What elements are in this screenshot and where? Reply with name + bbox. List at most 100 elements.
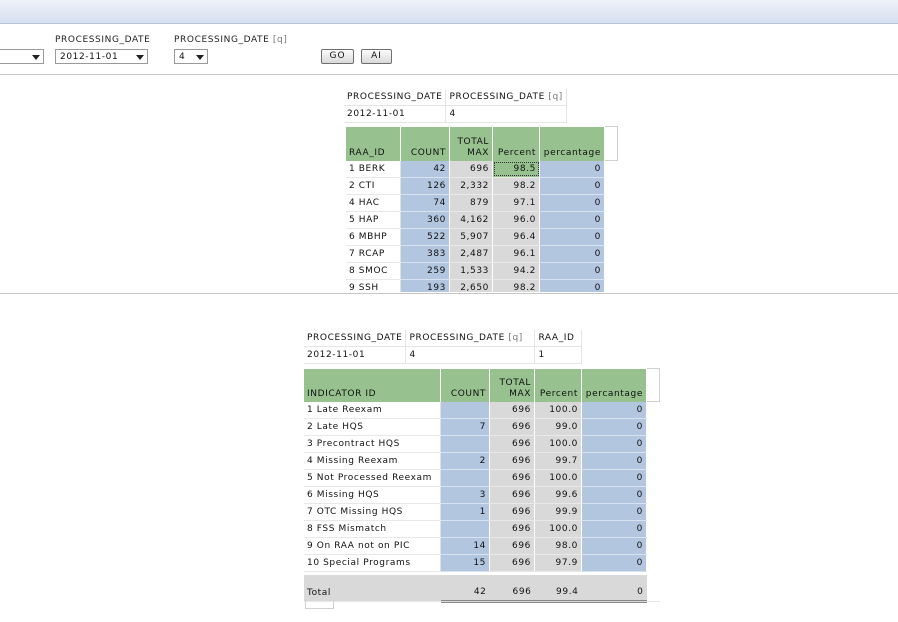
row-percantage-cell[interactable]: 0 (581, 452, 647, 470)
row-count-cell[interactable]: 383 (400, 245, 450, 263)
row-count-cell[interactable]: 74 (400, 194, 450, 212)
row-percantage-cell[interactable]: 0 (581, 520, 647, 538)
col-indicator-id[interactable]: INDICATOR ID (304, 368, 441, 402)
row-count-cell[interactable]: 193 (400, 279, 450, 292)
col-percent[interactable]: Percent (534, 368, 582, 402)
row-count-cell[interactable]: 15 (440, 554, 490, 572)
row-percent-cell[interactable]: 97.1 (492, 194, 540, 212)
ai-button[interactable]: AI (361, 49, 392, 64)
row-total-max-cell[interactable]: 696 (489, 435, 535, 453)
row-count-cell[interactable]: 3 (440, 486, 490, 504)
row-percantage-cell[interactable]: 0 (539, 194, 605, 212)
left-select[interactable] (0, 49, 44, 64)
row-percent-cell[interactable]: 99.6 (534, 486, 582, 504)
report1-scroll-area[interactable]: RAA_ID COUNT TOTAL MAX Percent percantage… (344, 126, 624, 292)
row-id-cell[interactable]: 6 Missing HQS (304, 486, 441, 504)
row-id-cell[interactable]: 3 Precontract HQS (304, 435, 441, 453)
row-total-max-cell[interactable]: 1,533 (449, 262, 493, 280)
row-percent-cell[interactable]: 99.7 (534, 452, 582, 470)
row-total-max-cell[interactable]: 696 (489, 503, 535, 521)
col-percantage[interactable]: percantage (581, 368, 647, 402)
row-id-cell[interactable]: 5 HAP (346, 211, 401, 229)
row-count-cell[interactable] (440, 520, 490, 538)
row-total-max-cell[interactable]: 2,332 (449, 177, 493, 195)
row-percantage-cell[interactable]: 0 (539, 177, 605, 195)
row-count-cell[interactable]: 42 (400, 160, 450, 178)
row-percent-cell[interactable]: 98.5 (492, 160, 540, 178)
row-percantage-cell[interactable]: 0 (581, 554, 647, 572)
row-percent-cell[interactable]: 98.0 (534, 537, 582, 555)
row-percent-cell[interactable]: 96.0 (492, 211, 540, 229)
row-total-max-cell[interactable]: 696 (489, 520, 535, 538)
row-id-cell[interactable]: 2 Late HQS (304, 418, 441, 436)
row-count-cell[interactable] (440, 401, 490, 419)
row-id-cell[interactable]: 8 FSS Mismatch (304, 520, 441, 538)
go-button[interactable]: GO (321, 49, 354, 64)
row-percantage-cell[interactable]: 0 (581, 418, 647, 436)
row-total-max-cell[interactable]: 696 (489, 554, 535, 572)
row-count-cell[interactable]: 360 (400, 211, 450, 229)
row-percent-cell[interactable]: 98.2 (492, 177, 540, 195)
row-id-cell[interactable]: 6 MBHP (346, 228, 401, 246)
row-percent-cell[interactable]: 100.0 (534, 435, 582, 453)
processing-date-select[interactable]: 2012-11-01 (55, 49, 148, 64)
row-percent-cell[interactable]: 100.0 (534, 520, 582, 538)
row-id-cell[interactable]: 7 OTC Missing HQS (304, 503, 441, 521)
row-id-cell[interactable]: 9 SSH (346, 279, 401, 292)
row-total-max-cell[interactable]: 696 (489, 418, 535, 436)
row-percent-cell[interactable]: 96.4 (492, 228, 540, 246)
row-percantage-cell[interactable]: 0 (581, 537, 647, 555)
row-percent-cell[interactable]: 98.2 (492, 279, 540, 292)
col-count[interactable]: COUNT (440, 368, 490, 402)
row-count-cell[interactable] (440, 435, 490, 453)
row-percantage-cell[interactable]: 0 (581, 469, 647, 487)
row-total-max-cell[interactable]: 696 (489, 486, 535, 504)
row-percent-cell[interactable]: 99.9 (534, 503, 582, 521)
row-id-cell[interactable]: 2 CTI (346, 177, 401, 195)
row-percantage-cell[interactable]: 0 (581, 435, 647, 453)
row-percantage-cell[interactable]: 0 (539, 211, 605, 229)
row-percent-cell[interactable]: 97.9 (534, 554, 582, 572)
row-total-max-cell[interactable]: 696 (449, 160, 493, 178)
row-total-max-cell[interactable]: 2,650 (449, 279, 493, 292)
col-total-max[interactable]: TOTAL MAX (489, 368, 535, 402)
row-count-cell[interactable]: 259 (400, 262, 450, 280)
row-count-cell[interactable] (440, 469, 490, 487)
row-total-max-cell[interactable]: 696 (489, 401, 535, 419)
row-id-cell[interactable]: 1 BERK (346, 160, 401, 178)
row-total-max-cell[interactable]: 2,487 (449, 245, 493, 263)
processing-date-q-select[interactable]: 4 (174, 49, 208, 64)
row-id-cell[interactable]: 5 Not Processed Reexam (304, 469, 441, 487)
row-count-cell[interactable]: 126 (400, 177, 450, 195)
row-percantage-cell[interactable]: 0 (539, 262, 605, 280)
row-percent-cell[interactable]: 100.0 (534, 401, 582, 419)
row-count-cell[interactable]: 7 (440, 418, 490, 436)
row-id-cell[interactable]: 10 Special Programs (304, 554, 441, 572)
row-total-max-cell[interactable]: 879 (449, 194, 493, 212)
row-percantage-cell[interactable]: 0 (581, 503, 647, 521)
col-count[interactable]: COUNT (400, 126, 450, 161)
row-percent-cell[interactable]: 100.0 (534, 469, 582, 487)
row-count-cell[interactable]: 1 (440, 503, 490, 521)
row-id-cell[interactable]: 1 Late Reexam (304, 401, 441, 419)
row-id-cell[interactable]: 4 Missing Reexam (304, 452, 441, 470)
col-percent[interactable]: Percent (492, 126, 540, 161)
col-raa-id[interactable]: RAA_ID (346, 126, 401, 161)
row-id-cell[interactable]: 4 HAC (346, 194, 401, 212)
row-percantage-cell[interactable]: 0 (581, 486, 647, 504)
row-percantage-cell[interactable]: 0 (581, 401, 647, 419)
row-percantage-cell[interactable]: 0 (539, 279, 605, 292)
row-id-cell[interactable]: 7 RCAP (346, 245, 401, 263)
row-percent-cell[interactable]: 94.2 (492, 262, 540, 280)
col-total-max[interactable]: TOTAL MAX (449, 126, 493, 161)
col-percantage[interactable]: percantage (539, 126, 605, 161)
row-percantage-cell[interactable]: 0 (539, 160, 605, 178)
row-percent-cell[interactable]: 99.0 (534, 418, 582, 436)
row-total-max-cell[interactable]: 5,907 (449, 228, 493, 246)
row-id-cell[interactable]: 8 SMOC (346, 262, 401, 280)
row-id-cell[interactable]: 9 On RAA not on PIC (304, 537, 441, 555)
row-percantage-cell[interactable]: 0 (539, 228, 605, 246)
row-percantage-cell[interactable]: 0 (539, 245, 605, 263)
row-count-cell[interactable]: 14 (440, 537, 490, 555)
row-total-max-cell[interactable]: 696 (489, 452, 535, 470)
